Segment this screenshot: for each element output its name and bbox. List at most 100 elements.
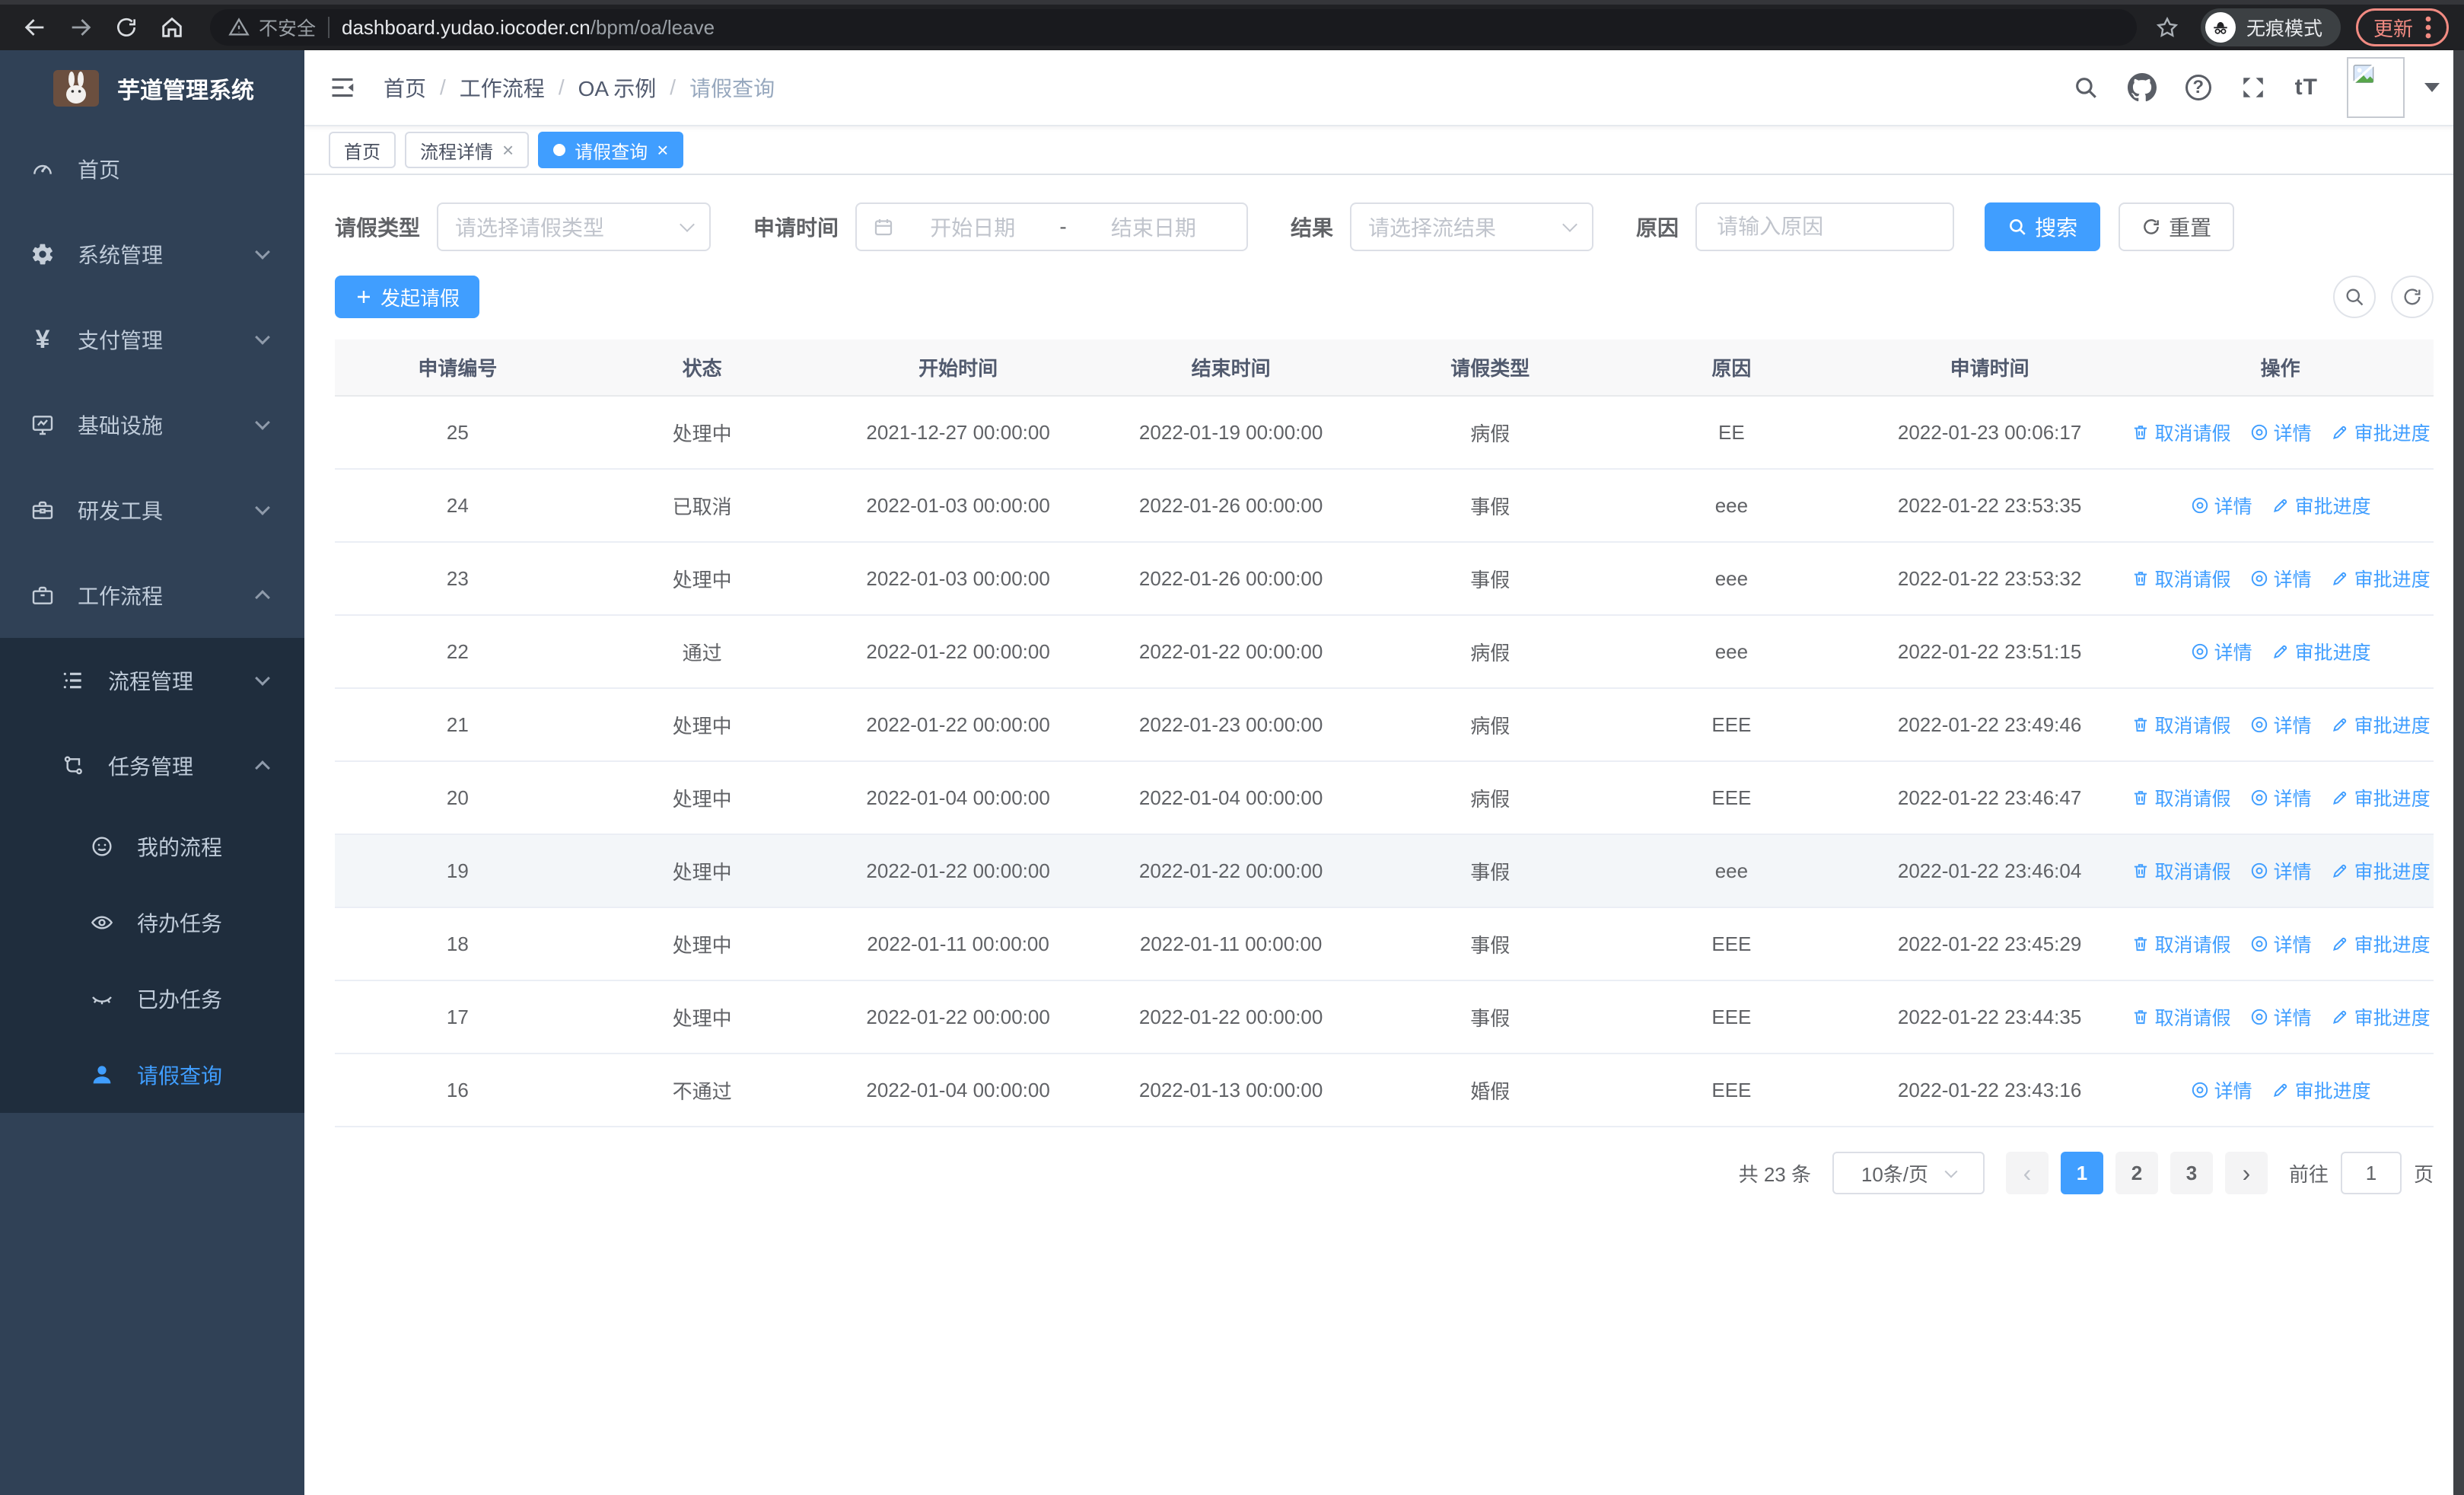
- cancel-leave-link[interactable]: 取消请假: [2131, 565, 2231, 592]
- fullscreen-icon[interactable]: [2240, 75, 2266, 100]
- sidebar-item-首页[interactable]: 首页: [0, 126, 304, 212]
- sidebar-item-我的流程[interactable]: 我的流程: [0, 808, 304, 885]
- cancel-leave-link[interactable]: 取消请假: [2131, 857, 2231, 885]
- tag-label: 流程详情: [420, 142, 493, 163]
- next-page-button[interactable]: ›: [2224, 1152, 2268, 1194]
- show-search-icon[interactable]: [2333, 276, 2376, 318]
- page-size-select[interactable]: 10条/页: [1832, 1152, 1985, 1194]
- reset-button[interactable]: 重置: [2119, 202, 2235, 251]
- page-button-2[interactable]: 2: [2115, 1152, 2158, 1194]
- detail-link[interactable]: 详情: [2249, 711, 2312, 738]
- approval-progress-link[interactable]: 审批进度: [2330, 1003, 2431, 1031]
- search-icon[interactable]: [2073, 75, 2099, 100]
- approval-progress-link[interactable]: 审批进度: [2330, 419, 2431, 446]
- refresh-table-icon[interactable]: [2391, 276, 2434, 318]
- detail-link[interactable]: 详情: [2249, 565, 2312, 592]
- table-cell: eee: [1610, 542, 1852, 616]
- breadcrumb-item[interactable]: 工作流程: [460, 72, 545, 103]
- refresh-icon: [2144, 219, 2159, 234]
- detail-link[interactable]: 详情: [2190, 492, 2252, 519]
- cancel-leave-link[interactable]: 取消请假: [2131, 1003, 2231, 1031]
- forward-icon[interactable]: [61, 8, 100, 47]
- list-tree-icon: [61, 668, 85, 693]
- sidebar-item-工作流程[interactable]: 工作流程: [0, 553, 304, 638]
- detail-link[interactable]: 详情: [2249, 1003, 2312, 1031]
- goto-page-input[interactable]: [2340, 1152, 2402, 1194]
- sidebar-item-基础设施[interactable]: 基础设施: [0, 382, 304, 467]
- breadcrumb-item[interactable]: OA 示例: [578, 72, 657, 103]
- home-icon[interactable]: [152, 8, 192, 47]
- create-leave-button[interactable]: 发起请假: [335, 276, 480, 318]
- sidebar-item-系统管理[interactable]: 系统管理: [0, 212, 304, 297]
- table-cell: 事假: [1369, 469, 1611, 543]
- sidebar-item-支付管理[interactable]: ¥ 支付管理: [0, 297, 304, 382]
- pagination: 共 23 条 10条/页 ‹ 123 › 前往 页: [335, 1152, 2434, 1225]
- detail-link[interactable]: 详情: [2249, 930, 2312, 958]
- sidebar-item-流程管理[interactable]: 流程管理: [0, 638, 304, 723]
- date-range-picker[interactable]: 开始日期 - 结束日期: [855, 202, 1249, 251]
- cancel-leave-link[interactable]: 取消请假: [2131, 711, 2231, 738]
- page-button-3[interactable]: 3: [2170, 1152, 2213, 1194]
- result-select[interactable]: 请选择流结果: [1350, 202, 1594, 251]
- close-icon[interactable]: ×: [657, 140, 668, 160]
- detail-link[interactable]: 详情: [2249, 784, 2312, 811]
- approval-progress-link[interactable]: 审批进度: [2271, 492, 2371, 519]
- close-icon[interactable]: ×: [502, 140, 514, 160]
- search-button[interactable]: 搜索: [1985, 202, 2101, 251]
- approval-progress-link[interactable]: 审批进度: [2271, 638, 2371, 665]
- prev-page-button[interactable]: ‹: [2005, 1152, 2049, 1194]
- table-cell: 处理中: [580, 761, 824, 835]
- security-status[interactable]: 不安全: [228, 14, 316, 41]
- approval-progress-link[interactable]: 审批进度: [2330, 857, 2431, 885]
- bullseye-icon: [2190, 496, 2210, 515]
- help-icon[interactable]: ?: [2185, 75, 2211, 100]
- leave-type-label: 请假类型: [335, 216, 421, 240]
- sidebar-item-研发工具[interactable]: 研发工具: [0, 467, 304, 553]
- navbar-tools: ? tT: [2073, 57, 2440, 118]
- collapse-sidebar-icon[interactable]: [329, 74, 356, 101]
- address-bar[interactable]: 不安全 dashboard.yudao.iocoder.cn/bpm/oa/le…: [210, 9, 2137, 46]
- reason-input-wrap: [1695, 202, 1955, 251]
- trash-icon: [2131, 422, 2150, 442]
- detail-link[interactable]: 详情: [2249, 419, 2312, 446]
- font-size-icon[interactable]: tT: [2295, 75, 2318, 100]
- table-cell: 处理中: [580, 542, 824, 616]
- reload-icon[interactable]: [107, 8, 146, 47]
- submenu-工作流程: 流程管理 任务管理 我的流程 待办任务 已办任务 请假查询: [0, 638, 304, 1113]
- approval-progress-link[interactable]: 审批进度: [2330, 565, 2431, 592]
- reason-input[interactable]: [1714, 213, 1937, 241]
- sidebar-item-待办任务[interactable]: 待办任务: [0, 885, 304, 961]
- detail-link[interactable]: 详情: [2190, 1076, 2252, 1104]
- detail-link[interactable]: 详情: [2190, 638, 2252, 665]
- briefcase-icon: [30, 583, 55, 607]
- leave-type-select[interactable]: 请选择请假类型: [437, 202, 712, 251]
- table-row: 25 处理中 2021-12-27 00:00:00 2022-01-19 00:00…: [335, 396, 2434, 470]
- cancel-leave-link[interactable]: 取消请假: [2131, 419, 2231, 446]
- approval-progress-link[interactable]: 审批进度: [2271, 1076, 2371, 1104]
- approval-progress-link[interactable]: 审批进度: [2330, 930, 2431, 958]
- approval-progress-link[interactable]: 审批进度: [2330, 711, 2431, 738]
- sidebar-item-任务管理[interactable]: 任务管理: [0, 723, 304, 808]
- breadcrumb-item[interactable]: 首页: [384, 72, 426, 103]
- page-button-1[interactable]: 1: [2060, 1152, 2103, 1194]
- cancel-leave-link[interactable]: 取消请假: [2131, 930, 2231, 958]
- browser-scrollbar[interactable]: [2453, 50, 2464, 1495]
- browser-update-button[interactable]: 更新: [2355, 8, 2449, 46]
- tag-流程详情[interactable]: 流程详情 ×: [405, 132, 530, 168]
- kebab-menu-icon[interactable]: [2425, 15, 2431, 40]
- app-logo[interactable]: 芋道管理系统: [0, 50, 304, 126]
- chevron-down-icon[interactable]: [2424, 83, 2440, 92]
- back-icon[interactable]: [15, 8, 55, 47]
- avatar[interactable]: [2347, 57, 2405, 118]
- tag-请假查询[interactable]: 请假查询 ×: [538, 132, 684, 168]
- approval-progress-link[interactable]: 审批进度: [2330, 784, 2431, 811]
- github-icon[interactable]: [2127, 73, 2157, 102]
- cancel-leave-link[interactable]: 取消请假: [2131, 784, 2231, 811]
- detail-link[interactable]: 详情: [2249, 857, 2312, 885]
- sidebar-item-请假查询[interactable]: 请假查询: [0, 1037, 304, 1113]
- tag-首页[interactable]: 首页: [329, 132, 396, 168]
- bookmark-star-icon[interactable]: [2155, 15, 2179, 40]
- chevron-down-icon: [1562, 217, 1577, 232]
- sidebar-menu: 首页 系统管理 ¥ 支付管理 基础设施 研发工具 工作流程 流程管理 任务管理 我的流程 待办任务已…: [0, 126, 304, 1113]
- sidebar-item-已办任务[interactable]: 已办任务: [0, 961, 304, 1037]
